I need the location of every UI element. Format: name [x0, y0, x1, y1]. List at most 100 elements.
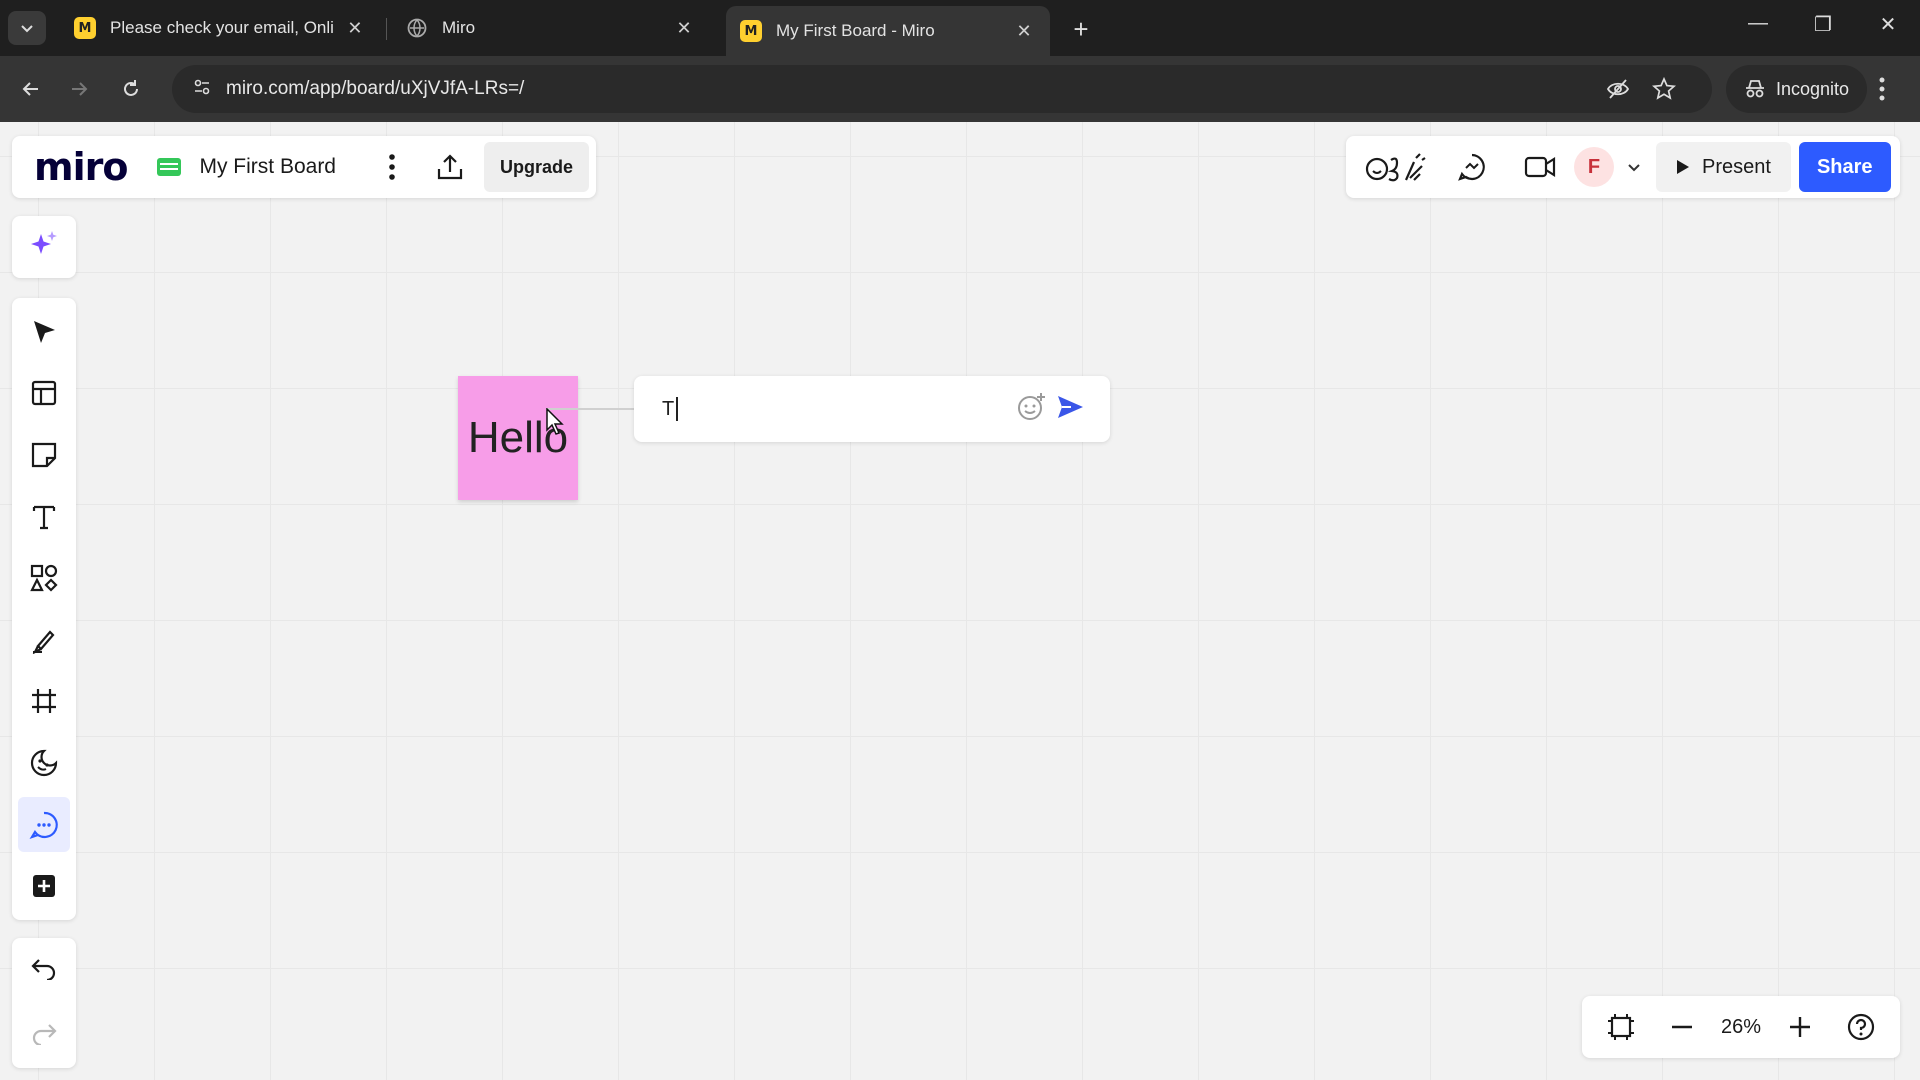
templates-tool[interactable] [18, 366, 70, 422]
more-apps-tool[interactable] [18, 858, 70, 914]
comment-input[interactable]: T [634, 397, 1016, 421]
add-emoji-button[interactable] [1016, 392, 1046, 427]
close-icon[interactable]: ✕ [672, 18, 696, 39]
shapes-tool[interactable] [18, 550, 70, 606]
restore-button[interactable]: ❐ [1803, 12, 1843, 37]
globe-icon [406, 17, 428, 39]
chat-icon [1458, 153, 1485, 181]
reload-icon [124, 80, 138, 96]
board-header-panel: miro My First Board Upgrade [12, 136, 596, 198]
tab-separator [386, 18, 387, 40]
star-icon[interactable] [1651, 76, 1677, 106]
undo-icon [31, 958, 56, 980]
close-icon[interactable]: ✕ [1012, 21, 1036, 42]
board-canvas[interactable]: miro My First Board Upgrade F Present Sh… [0, 122, 1920, 1080]
sticky-note-icon [31, 442, 57, 468]
new-tab-button[interactable]: + [1066, 14, 1096, 45]
zoom-out-button[interactable] [1660, 1005, 1704, 1049]
tab-title: Miro [442, 18, 476, 37]
address-bar-row: miro.com/app/board/uXjVJfA-LRs=/ Incogni… [0, 56, 1920, 122]
creation-toolbar [12, 298, 76, 920]
site-settings-icon[interactable] [192, 77, 212, 102]
browser-tab-board[interactable]: M My First Board - Miro ✕ [726, 6, 1050, 56]
browser-tab-miro[interactable]: Miro ✕ [392, 8, 710, 48]
reload-button[interactable] [114, 72, 148, 106]
more-apps-icon [33, 875, 55, 898]
tab-search-button[interactable] [8, 11, 46, 45]
zoom-level[interactable]: 26% [1721, 1016, 1761, 1039]
tab-title: Please check your email, Online [110, 18, 334, 37]
collaboration-panel: F Present Share [1346, 136, 1900, 198]
forward-button[interactable] [62, 72, 96, 106]
send-icon [1058, 395, 1083, 418]
back-button[interactable] [14, 72, 48, 106]
upgrade-button[interactable]: Upgrade [484, 142, 590, 192]
select-tool[interactable] [18, 304, 70, 360]
browser-tab-bar: M Please check your email, Online ✕ Miro… [0, 0, 1920, 56]
fit-to-screen-button[interactable] [1599, 1005, 1643, 1049]
pen-icon [32, 630, 55, 654]
frame-icon [32, 689, 56, 714]
incognito-indicator[interactable]: Incognito [1726, 65, 1868, 113]
templates-icon [31, 381, 57, 406]
board-name[interactable]: My First Board [199, 155, 336, 179]
tab-title: My First Board - Miro [776, 21, 935, 40]
url-text: miro.com/app/board/uXjVJfA-LRs=/ [226, 78, 525, 99]
arrow-left-icon [22, 82, 38, 96]
video-call-button[interactable] [1518, 145, 1562, 189]
board-menu-button[interactable] [370, 145, 414, 189]
sticky-note-tool[interactable] [18, 427, 70, 483]
minus-icon [1671, 1025, 1692, 1029]
chat-button[interactable] [1450, 145, 1494, 189]
redo-icon [32, 1023, 57, 1045]
present-button[interactable]: Present [1656, 142, 1791, 192]
share-button[interactable]: Share [1798, 142, 1891, 192]
pen-tool[interactable] [18, 612, 70, 668]
address-field[interactable]: miro.com/app/board/uXjVJfA-LRs=/ [172, 65, 1712, 113]
redo-button[interactable] [18, 1005, 70, 1061]
collaborators-menu[interactable]: F [1574, 147, 1642, 187]
text-tool[interactable] [18, 489, 70, 545]
browser-tab-email[interactable]: M Please check your email, Online ✕ [60, 8, 380, 48]
chevron-down-icon [21, 25, 33, 33]
send-comment-button[interactable] [1056, 393, 1084, 426]
present-label: Present [1702, 155, 1771, 178]
miro-logo[interactable]: miro [34, 145, 128, 189]
select-icon [34, 320, 55, 343]
video-camera-icon [1524, 156, 1556, 178]
undo-button[interactable] [18, 940, 70, 996]
stickers-icon [30, 749, 58, 777]
ai-assist-panel [12, 216, 76, 278]
play-icon [1677, 160, 1689, 174]
export-button[interactable] [428, 145, 472, 189]
close-window-button[interactable]: ✕ [1868, 12, 1908, 37]
stickers-tool[interactable] [18, 735, 70, 791]
mouse-cursor [546, 407, 566, 441]
browser-menu-button[interactable] [1878, 76, 1886, 107]
comment-icon [29, 811, 58, 839]
sparkle-icon [31, 231, 57, 254]
incognito-icon [1746, 80, 1764, 98]
zoom-in-button[interactable] [1778, 1005, 1822, 1049]
help-button[interactable] [1839, 1005, 1883, 1049]
miro-icon: M [740, 20, 762, 42]
shapes-icon [30, 565, 58, 592]
upload-icon [437, 154, 463, 180]
reactions-icon [1365, 153, 1426, 182]
comment-composer: T [634, 376, 1110, 442]
minimize-button[interactable]: — [1738, 12, 1778, 35]
emoji-add-icon [1018, 392, 1045, 420]
more-vertical-icon [1879, 77, 1885, 101]
ai-assist-button[interactable] [18, 216, 70, 272]
eye-off-icon[interactable] [1606, 78, 1630, 105]
avatar[interactable]: F [1574, 147, 1614, 187]
comment-tool[interactable] [18, 796, 70, 853]
reactions-button[interactable] [1360, 145, 1430, 189]
plus-icon [1790, 1017, 1811, 1037]
help-icon [1848, 1013, 1875, 1041]
text-icon [32, 505, 56, 529]
fit-screen-icon [1607, 1014, 1634, 1040]
frame-tool[interactable] [18, 674, 70, 730]
history-panel [12, 938, 76, 1068]
close-icon[interactable]: ✕ [344, 18, 366, 39]
